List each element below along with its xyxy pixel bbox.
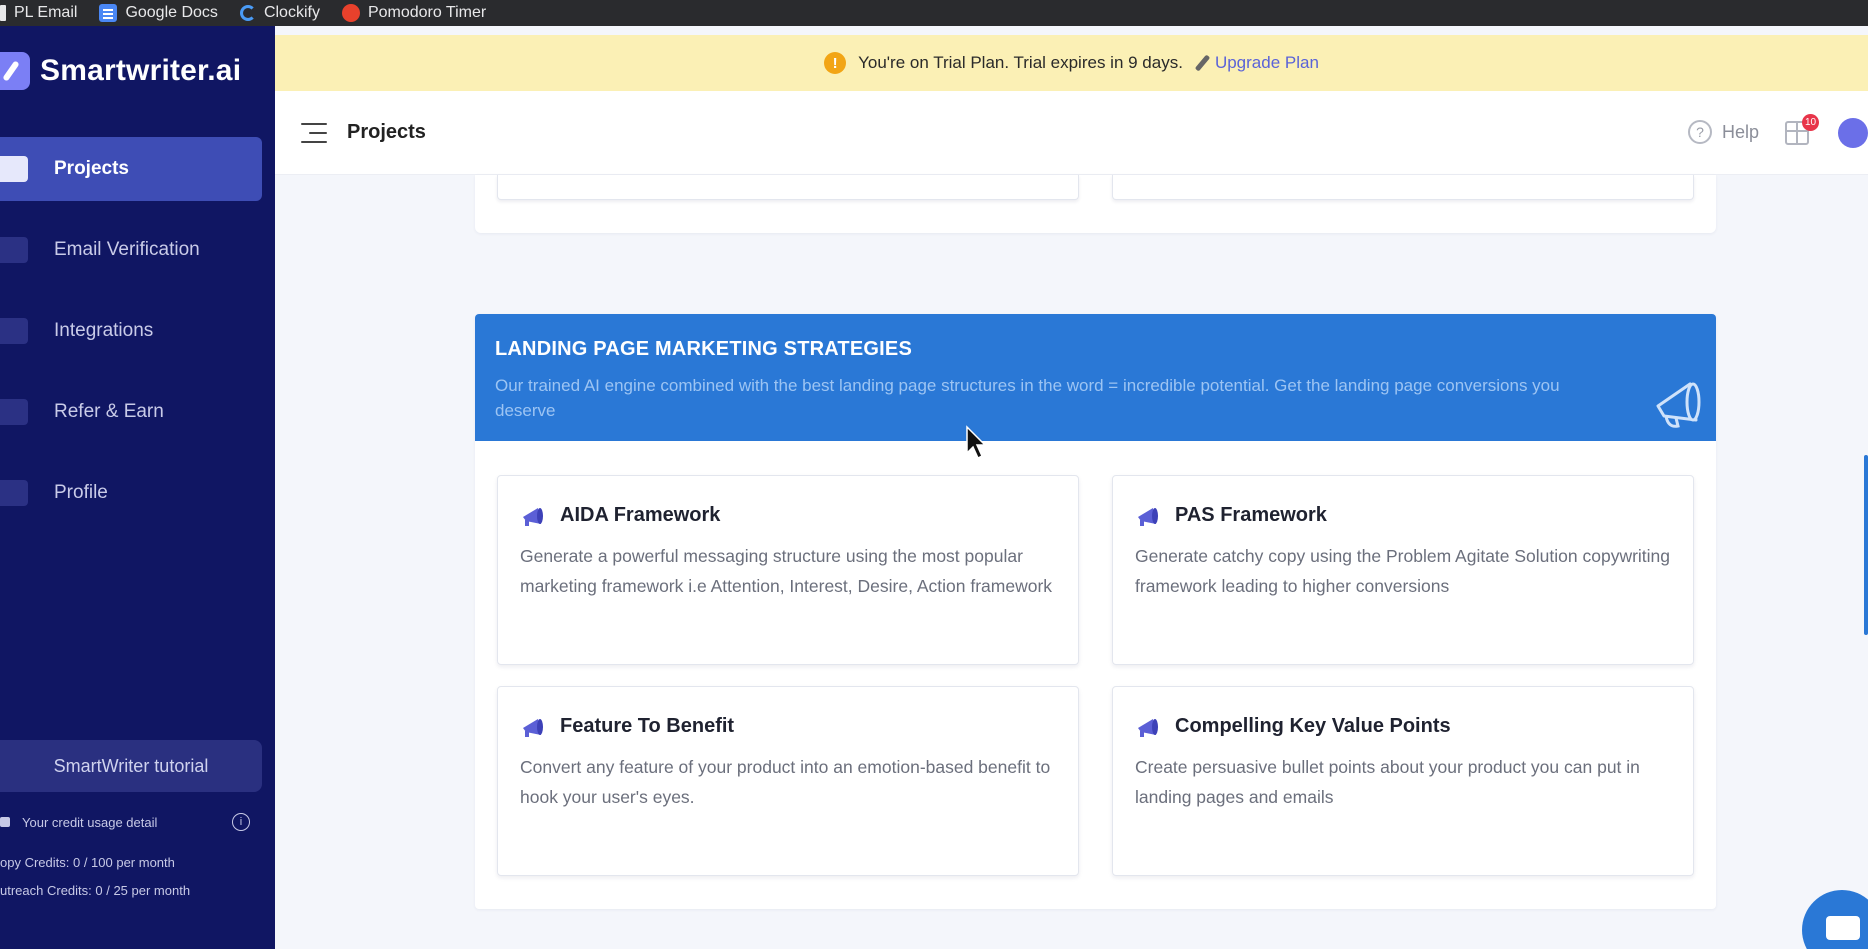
bookmark-label: Pomodoro Timer — [367, 4, 487, 21]
section-title: LANDING PAGE MARKETING STRATEGIES — [495, 338, 912, 360]
bookmark-label: Clockify — [263, 4, 320, 21]
card-title: AIDA Framework — [560, 504, 721, 526]
section-description: Our trained AI engine combined with the … — [495, 376, 1560, 420]
pen-icon — [1195, 54, 1209, 72]
sidebar-item-label: Refer & Earn — [54, 401, 164, 422]
outreach-credits: utreach Credits: 0 / 25 per month — [0, 882, 191, 898]
card-description: Generate a powerful messaging structure … — [520, 546, 1053, 596]
tool-card[interactable] — [497, 175, 1079, 200]
warning-icon: ! — [824, 52, 847, 74]
brand-name: Smartwriter.ai — [40, 54, 242, 87]
brand-logo[interactable]: Smartwriter.ai — [0, 52, 241, 90]
bookmark-pl-email[interactable]: PL Email — [0, 4, 77, 22]
notification-badge: 10 — [1802, 114, 1819, 131]
feather-logo-icon — [0, 52, 30, 90]
trial-message: You're on Trial Plan. Trial expires in 9… — [858, 53, 1183, 72]
sidebar-item-email-verification[interactable]: Email Verification — [0, 218, 262, 282]
upgrade-label: Upgrade Plan — [1214, 53, 1319, 72]
menu-toggle-icon[interactable] — [301, 123, 327, 143]
sidebar-item-label: Profile — [54, 482, 108, 503]
tool-card-key-value-points[interactable]: Compelling Key Value Points Create persu… — [1112, 686, 1694, 876]
card-title: Feature To Benefit — [560, 715, 735, 737]
info-icon[interactable]: i — [232, 813, 250, 831]
top-header: Projects ? Help 10 — [275, 91, 1868, 175]
card-description: Create persuasive bullet points about yo… — [1135, 757, 1640, 807]
question-icon: ? — [1688, 120, 1712, 144]
card-title: Compelling Key Value Points — [1175, 715, 1451, 737]
sidebar-item-label: Email Verification — [54, 239, 200, 260]
bookmarks-bar: PL Email Google Docs Clockify Pomodoro T… — [0, 0, 1868, 26]
megaphone-icon — [523, 507, 543, 526]
chat-widget-icon[interactable] — [1802, 890, 1868, 949]
sidebar-nav: Projects Email Verification Integrations… — [0, 137, 262, 542]
credit-card-icon — [0, 817, 10, 827]
bookmark-pomodoro[interactable]: Pomodoro Timer — [341, 4, 487, 22]
landing-page-section: LANDING PAGE MARKETING STRATEGIES Our tr… — [475, 314, 1716, 909]
sidebar-item-projects[interactable]: Projects — [0, 137, 262, 201]
scrollbar[interactable] — [1864, 455, 1868, 635]
puzzle-icon — [0, 318, 28, 344]
card-title: PAS Framework — [1175, 504, 1327, 526]
previous-section — [475, 175, 1716, 233]
sidebar-item-refer-earn[interactable]: Refer & Earn — [0, 380, 262, 444]
bookmark-label: Google Docs — [125, 4, 218, 21]
trial-banner: ! You're on Trial Plan. Trial expires in… — [275, 35, 1868, 91]
pl-icon — [0, 5, 6, 21]
card-description: Convert any feature of your product into… — [520, 757, 1051, 807]
bookmark-clockify[interactable]: Clockify — [239, 4, 320, 22]
tomato-icon — [341, 4, 360, 22]
sidebar: Smartwriter.ai Projects Email Verificati… — [0, 26, 275, 949]
tool-card[interactable] — [1112, 175, 1694, 200]
upgrade-plan-link[interactable]: Upgrade Plan — [1195, 53, 1319, 73]
tool-card-aida[interactable]: AIDA Framework Generate a powerful messa… — [497, 475, 1079, 665]
sidebar-item-integrations[interactable]: Integrations — [0, 299, 262, 363]
bookmark-google-docs[interactable]: Google Docs — [99, 4, 218, 22]
clockify-icon — [239, 5, 256, 21]
help-label: Help — [1722, 121, 1760, 142]
wallet-icon — [0, 399, 28, 425]
tutorial-button[interactable]: SmartWriter tutorial — [0, 740, 262, 792]
credit-usage-panel: Your credit usage detail i opy Credits: … — [0, 808, 262, 904]
credit-usage-title: Your credit usage detail — [22, 814, 158, 830]
sidebar-item-profile[interactable]: Profile — [0, 461, 262, 525]
google-docs-icon — [99, 4, 118, 22]
page-title: Projects — [347, 121, 426, 143]
avatar[interactable] — [1838, 118, 1868, 148]
card-description: Generate catchy copy using the Problem A… — [1135, 546, 1671, 596]
megaphone-icon — [1138, 507, 1158, 526]
tool-card-pas[interactable]: PAS Framework Generate catchy copy using… — [1112, 475, 1694, 665]
megaphone-icon — [1138, 718, 1158, 737]
user-icon — [0, 480, 28, 506]
copy-credits: opy Credits: 0 / 100 per month — [0, 854, 175, 870]
megaphone-icon — [1656, 382, 1701, 428]
megaphone-icon — [523, 718, 543, 737]
folder-icon — [0, 156, 28, 182]
section-header: LANDING PAGE MARKETING STRATEGIES Our tr… — [475, 314, 1716, 441]
bookmark-label: PL Email — [14, 4, 78, 21]
sidebar-item-label: Projects — [54, 158, 129, 179]
mouse-cursor-icon — [966, 425, 987, 460]
sidebar-item-label: Integrations — [54, 320, 154, 341]
tool-card-feature-to-benefit[interactable]: Feature To Benefit Convert any feature o… — [497, 686, 1079, 876]
help-button[interactable]: ? Help — [1688, 120, 1759, 144]
bolt-icon — [0, 237, 28, 263]
